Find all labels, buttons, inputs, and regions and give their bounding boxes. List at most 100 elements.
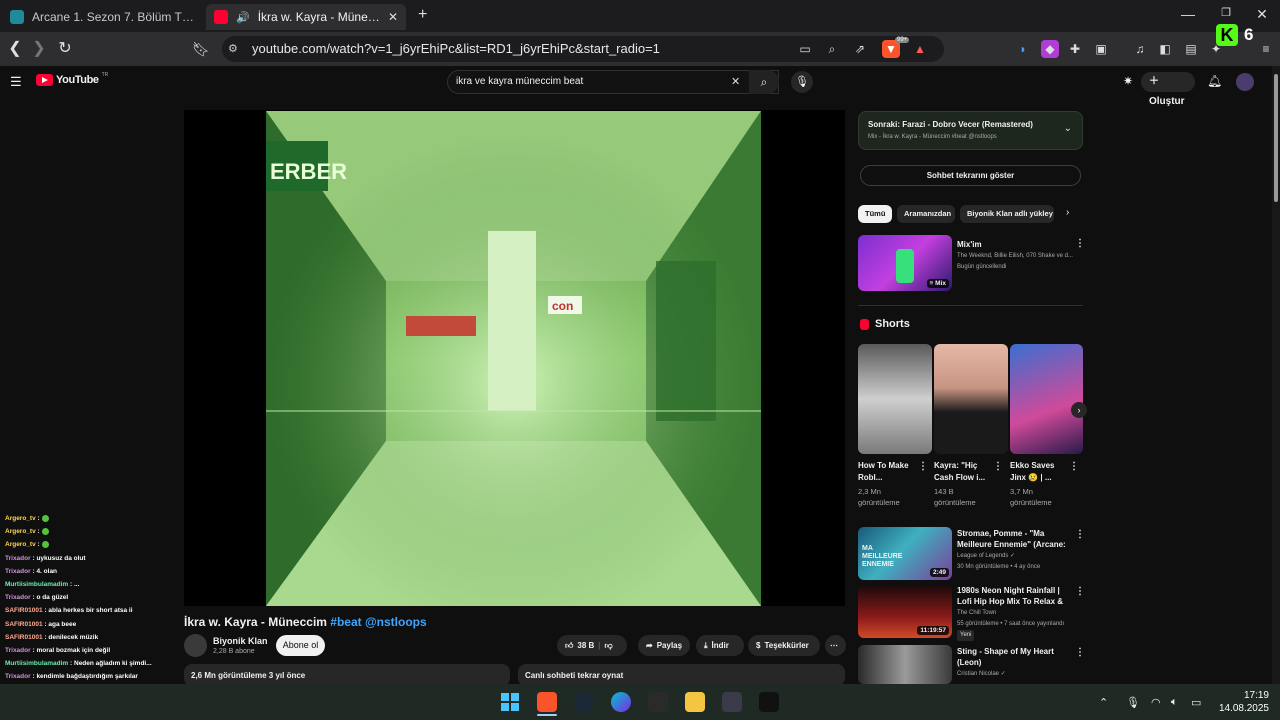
upload-badge-icon[interactable]: ✷ (1123, 74, 1133, 88)
system-clock[interactable]: 17:19 14.08.2025 (1215, 689, 1269, 715)
page-scrollbar-thumb[interactable] (1274, 74, 1278, 202)
capcut-icon[interactable] (759, 692, 779, 712)
hamburger-menu-icon[interactable]: ☰ (10, 74, 22, 90)
short-title-2[interactable]: Kayra: "Hiç Cash Flow i... (934, 460, 994, 484)
chat-username[interactable]: Murtiisimbulamadim (5, 581, 68, 588)
video-channel-3[interactable]: Cristian Nicolae ✓ (957, 669, 1006, 680)
short-thumbnail-2[interactable] (934, 344, 1008, 454)
video-thumbnail-2[interactable]: 11:19:57 (858, 585, 952, 638)
video-hashtags[interactable]: #beat @nstloops (330, 615, 426, 629)
video-more-icon[interactable]: ⋮ (1075, 529, 1085, 540)
short-more-icon[interactable]: ⋮ (918, 461, 928, 472)
notifications-bell-icon[interactable]: 🔔︎ (1207, 74, 1222, 88)
short-title-3[interactable]: Ekko Saves Jinx 😢 | ... (1010, 460, 1070, 484)
battery-icon[interactable]: ▭ (1191, 696, 1201, 709)
close-window-icon[interactable]: ✕ (1252, 6, 1272, 23)
chat-username[interactable]: SAFIR01001 (5, 621, 43, 628)
speaker-icon[interactable]: 🔊 (236, 11, 250, 24)
extensions-puzzle-icon[interactable]: ✚ (1066, 40, 1084, 58)
short-thumbnail-1[interactable] (858, 344, 932, 454)
audio-extension-icon[interactable]: ◗ (1014, 40, 1032, 58)
video-thumbnail-3[interactable] (858, 645, 952, 684)
channel-avatar[interactable] (184, 634, 207, 657)
kick-notification-badge[interactable]: K 6 (1216, 22, 1268, 48)
zoom-icon[interactable]: ⌕ (823, 40, 841, 58)
tray-expand-icon[interactable]: ⌃ (1099, 696, 1108, 709)
chat-username[interactable]: Murtiisimbulamadim (5, 660, 68, 667)
account-avatar[interactable] (1236, 73, 1254, 91)
chat-username[interactable]: SAFIR01001 (5, 634, 43, 641)
more-actions-button[interactable]: ⋯ (825, 635, 846, 656)
volume-icon[interactable]: 🔈︎ (1171, 696, 1178, 709)
up-next-mix-panel[interactable]: Sonraki: Farazi - Dobro Vecer (Remastere… (858, 111, 1083, 150)
tray-microphone-icon[interactable]: 🎙︎ (1126, 696, 1140, 709)
wallet-icon[interactable]: ▤ (1182, 40, 1200, 58)
description-box[interactable]: 2,6 Mn görüntüleme 3 yıl önce (184, 664, 510, 686)
shorts-next-arrow-icon[interactable]: › (1071, 402, 1087, 418)
video-more-icon[interactable]: ⋮ (1075, 586, 1085, 597)
channel-name[interactable]: Biyonik Klan (213, 636, 268, 646)
clear-search-icon[interactable]: ✕ (731, 75, 740, 88)
steam-icon[interactable] (574, 692, 594, 712)
back-icon[interactable]: ❮ (5, 39, 25, 59)
chat-username[interactable]: Argero_tv (5, 542, 36, 549)
thanks-button[interactable]: $ Teşekkürler (748, 635, 820, 656)
site-info-icon[interactable]: ⚙︎ (228, 42, 238, 55)
mix-title[interactable]: Mix'im (957, 239, 1067, 250)
video-title-2[interactable]: 1980s Neon Night Rainfall | Lofi Hip Hop… (957, 585, 1072, 607)
chat-username[interactable]: Trixador (5, 647, 31, 654)
video-title-1[interactable]: Stromae, Pomme - "Ma Meilleure Ennemie" … (957, 528, 1072, 550)
short-more-icon[interactable]: ⋮ (993, 461, 1003, 472)
sidebar-toggle-icon[interactable]: ◧ (1156, 40, 1174, 58)
thumbs-down-icon[interactable]: 👎︎ (605, 635, 613, 656)
bookmark-icon[interactable]: 🔖︎ (191, 39, 211, 59)
live-chat-replay-box[interactable]: Canlı sohbeti tekrar oynat (518, 664, 845, 686)
wifi-icon[interactable]: ◠ (1151, 696, 1161, 709)
windows-start-icon[interactable] (500, 692, 520, 712)
chat-username[interactable]: Trixador (5, 673, 31, 680)
chat-username[interactable]: Argero_tv (5, 528, 36, 535)
media-controls-icon[interactable]: ♫ (1131, 40, 1149, 58)
epic-games-icon[interactable] (648, 692, 668, 712)
video-more-icon[interactable]: ⋮ (1075, 647, 1085, 658)
brave-browser-icon[interactable] (537, 692, 557, 712)
brave-rewards-icon[interactable]: ▲ (911, 40, 929, 58)
mix-thumbnail[interactable]: ≡ Mix (858, 235, 952, 291)
thumbs-up-icon[interactable]: 👍︎ (565, 635, 573, 656)
short-thumbnail-3[interactable] (1010, 344, 1083, 454)
screenshot-icon[interactable]: ▣ (1092, 40, 1110, 58)
share-button[interactable]: ➦ Paylaş (638, 635, 690, 656)
subscribe-button[interactable]: Abone ol (276, 635, 325, 656)
chat-username[interactable]: Trixador (5, 555, 31, 562)
file-explorer-icon[interactable] (685, 692, 705, 712)
url-text[interactable]: youtube.com/watch?v=1_j6yrEhiPc&list=RD1… (252, 41, 660, 56)
chat-username[interactable]: Argero_tv (5, 515, 36, 522)
short-more-icon[interactable]: ⋮ (1069, 461, 1079, 472)
chip-all[interactable]: Tümü (858, 205, 892, 223)
chat-username[interactable]: Trixador (5, 594, 31, 601)
search-query-text[interactable]: ikra ve kayra müneccim beat (456, 76, 583, 87)
canva-icon[interactable] (611, 692, 631, 712)
chevron-down-icon[interactable]: ⌄ (1064, 123, 1072, 134)
chevron-right-icon[interactable]: › (1066, 207, 1069, 218)
close-tab-icon[interactable]: ✕ (388, 10, 398, 24)
download-button[interactable]: ⤓ İndir (696, 635, 744, 656)
extension-purple-icon[interactable]: ◆ (1041, 40, 1059, 58)
youtube-logo[interactable]: YouTube TR (36, 72, 108, 86)
restore-icon[interactable]: ❐ (1216, 6, 1236, 19)
chat-username[interactable]: Trixador (5, 568, 31, 575)
mix-more-icon[interactable]: ⋮ (1075, 238, 1085, 249)
video-title-3[interactable]: Sting - Shape of My Heart (Leon) (957, 646, 1072, 668)
video-frame[interactable]: ERBER con (266, 111, 761, 606)
video-channel-1[interactable]: League of Legends ✓ (957, 551, 1015, 562)
show-chat-replay-button[interactable]: Sohbet tekrarını göster (860, 165, 1081, 186)
voice-search-button[interactable]: 🎙︎ (791, 71, 813, 93)
video-channel-2[interactable]: The Chill Town (957, 608, 996, 619)
video-thumbnail-1[interactable]: MA MEILLEURE ENNEMIE 2:49 (858, 527, 952, 580)
new-tab-button[interactable]: + (418, 6, 427, 24)
search-button[interactable]: ⌕ (749, 70, 779, 94)
reload-icon[interactable]: ↻ (55, 39, 75, 59)
tab-youtube-video[interactable]: 🔊 İkra w. Kayra - Müneccim #be ✕ (206, 4, 406, 30)
vegas-icon[interactable] (722, 692, 742, 712)
chip-channel-uploads[interactable]: Biyonik Klan adlı yükley (960, 205, 1054, 223)
